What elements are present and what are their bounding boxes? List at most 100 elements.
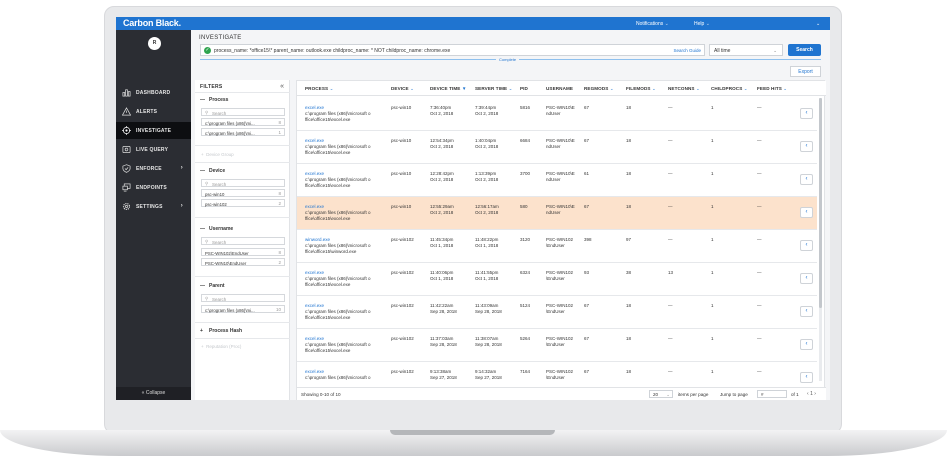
share-icon[interactable]: ‹ — [800, 108, 813, 119]
cell-netconns: — — [668, 171, 673, 177]
table-row[interactable]: excel.exe c:\program files (x86)\microsof… — [297, 164, 817, 197]
cell-feed-hits: — — [757, 237, 762, 243]
process-path: c:\program files (x86)\microsoft o — [305, 375, 371, 380]
cell-device-time: 11:45:34pm Oct 1, 2018 — [430, 237, 453, 249]
cell-value: 18 — [626, 105, 632, 110]
avatar[interactable]: R — [148, 37, 161, 50]
share-icon[interactable]: ‹ — [800, 141, 813, 152]
collapse-filters-icon[interactable]: « — [280, 83, 284, 90]
filter-group-process[interactable]: — Process — [200, 97, 228, 103]
filter-group-device[interactable]: — Device — [200, 168, 225, 174]
cell-value: PSC-WIN102 \EndUser — [546, 369, 574, 380]
jump-to-page-input[interactable]: # — [757, 390, 787, 398]
help-menu[interactable]: Help ⌄ — [694, 21, 710, 27]
filters-panel: FILTERS « — Process ⚲ Search c:\program fi… — [195, 80, 290, 400]
column-header-regmods[interactable]: REGMODS ⌄ — [584, 86, 614, 92]
prev-page-icon[interactable]: ‹ — [807, 391, 809, 397]
sidebar-item-alerts[interactable]: ALERTS — [116, 103, 191, 120]
username-filter-search[interactable]: ⚲ Search — [201, 237, 285, 245]
user-menu-chevron-icon[interactable]: ⌄ — [816, 21, 820, 27]
cell-value: PSC-WIN10\E ndUser — [546, 204, 575, 215]
cell-pid: 580 — [520, 204, 528, 210]
filter-group-parent[interactable]: — Parent — [200, 283, 225, 289]
filter-value[interactable]: PSC-WIN102\EndUser 8 — [201, 248, 285, 256]
cell-feed-hits: — — [757, 171, 762, 177]
brand-logo[interactable]: Carbon Black. — [123, 18, 181, 28]
cell-value: 580 — [520, 204, 528, 209]
sidebar-item-live-query[interactable]: LIVE QUERY — [116, 141, 191, 158]
notifications-menu[interactable]: Notifications ⌄ — [636, 21, 669, 27]
search-guide-link[interactable]: Search Guide — [673, 48, 701, 53]
table-row[interactable]: excel.exe c:\program files (x86)\microsof… — [297, 329, 817, 362]
filter-value[interactable]: c:\program files (x86)\mi... 10 — [201, 305, 285, 313]
collapse-button[interactable]: « Collapse — [116, 387, 191, 400]
items-per-page-label: items per page — [678, 392, 709, 397]
share-icon[interactable]: ‹ — [800, 372, 813, 383]
sidebar-item-settings[interactable]: SETTINGS › — [116, 198, 191, 215]
column-header-netconns[interactable]: NETCONNS ⌄ — [668, 86, 700, 92]
cell-netconns: — — [668, 138, 673, 144]
device-filter-search[interactable]: ⚲ Search — [201, 179, 285, 187]
filter-value-label: psc-win10 — [205, 191, 225, 197]
export-button[interactable]: Export — [790, 66, 821, 77]
time-range-select[interactable]: All time ⌄ — [709, 44, 783, 56]
sidebar-item-investigate[interactable]: INVESTIGATE — [116, 122, 191, 139]
next-page-icon[interactable]: › — [814, 391, 816, 397]
column-header-feed-hits[interactable]: FEED HITS ⌄ — [757, 86, 787, 92]
cell-feed-hits: — — [757, 303, 762, 309]
plus-icon: + — [201, 344, 204, 349]
minus-icon: — — [200, 97, 205, 103]
cell-value: — — [757, 270, 762, 275]
cell-value: — — [668, 336, 673, 341]
filter-group-label: Process Hash — [209, 328, 243, 334]
filter-value[interactable]: psc-win10 8 — [201, 189, 285, 197]
filter-value[interactable]: PSC-WIN10\EndUser 2 — [201, 258, 285, 266]
column-label: DEVICE — [391, 86, 409, 91]
column-header-process[interactable]: PROCESS ⌄ — [305, 86, 334, 92]
cell-device-time: 7:36:40pm Oct 2, 2018 — [430, 105, 453, 117]
filter-value[interactable]: psc-win102 2 — [201, 199, 285, 207]
table-row[interactable]: excel.exe c:\program files (x86)\microsof… — [297, 131, 817, 164]
query-input[interactable]: ✓ process_name: *office15\* parent_name:… — [200, 44, 705, 56]
share-icon[interactable]: ‹ — [800, 240, 813, 251]
cell-netconns: 13 — [668, 270, 673, 276]
share-icon[interactable]: ‹ — [800, 174, 813, 185]
table-row[interactable]: excel.exe c:\program files (x86)\microsof… — [297, 263, 817, 296]
filter-value-count: 10 — [275, 307, 281, 312]
filter-group-label: Reputation (Proc) — [206, 344, 242, 349]
cell-value: — — [757, 138, 762, 143]
table-row[interactable]: excel.exe c:\program files (x86)\microsof… — [297, 197, 817, 230]
column-header-childprocs[interactable]: CHILDPROCS ⌄ — [711, 86, 748, 92]
filter-group-process-hash[interactable]: + Process Hash — [200, 328, 242, 334]
sidebar-item-enforce[interactable]: ENFORCE › — [116, 160, 191, 177]
items-per-page-select[interactable]: 20 ⌄ — [649, 390, 673, 398]
column-header-device-time[interactable]: DEVICE TIME ▼ — [430, 86, 467, 91]
filter-group-device-group[interactable]: + Device Group — [201, 152, 234, 157]
sidebar-item-dashboard[interactable]: DASHBOARD — [116, 84, 191, 101]
scrollbar-thumb[interactable] — [819, 98, 822, 308]
column-header-filemods[interactable]: FILEMODS ⌄ — [626, 86, 656, 92]
cell-server-time: 7:39:44pm Oct 2, 2018 — [475, 105, 498, 117]
filter-group-username[interactable]: — Username — [200, 226, 233, 232]
table-row[interactable]: excel.exe c:\program files (x86)\microsof… — [297, 296, 817, 329]
share-icon[interactable]: ‹ — [800, 273, 813, 284]
share-icon[interactable]: ‹ — [800, 207, 813, 218]
table-footer: Showing 0-10 of 10 20 ⌄ items per page Ju… — [297, 387, 826, 400]
current-page[interactable]: 1 — [810, 391, 813, 397]
table-row[interactable]: winword.exe c:\program files (x86)\micros… — [297, 230, 817, 263]
column-header-pid[interactable]: PID — [520, 86, 528, 91]
filter-value[interactable]: c:\program files (x86)\mi... 1 — [201, 128, 285, 136]
vertical-scrollbar[interactable] — [819, 98, 822, 381]
filter-value[interactable]: c:\program files (x86)\mi... 8 — [201, 118, 285, 126]
share-icon[interactable]: ‹ — [800, 339, 813, 350]
sidebar-item-endpoints[interactable]: ENDPOINTS — [116, 179, 191, 196]
search-button[interactable]: Search — [788, 44, 821, 56]
filter-group-reputation[interactable]: + Reputation (Proc) — [201, 344, 241, 349]
column-header-username[interactable]: USERNAME — [546, 86, 573, 91]
column-header-device[interactable]: DEVICE ⌄ — [391, 86, 414, 92]
share-icon[interactable]: ‹ — [800, 306, 813, 317]
process-filter-search[interactable]: ⚲ Search — [201, 108, 285, 116]
column-header-server-time[interactable]: SERVER TIME ⌄ — [475, 86, 513, 92]
table-row[interactable]: excel.exe c:\program files (x86)\microsof… — [297, 98, 817, 131]
parent-filter-search[interactable]: ⚲ Search — [201, 294, 285, 302]
